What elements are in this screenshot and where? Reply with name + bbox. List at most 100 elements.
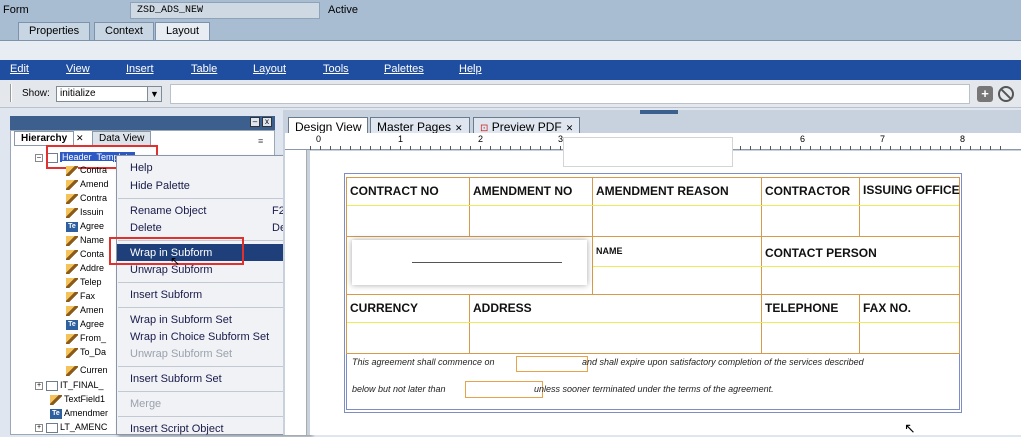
menu-item-rename-object[interactable]: Rename Object [130, 205, 206, 217]
close-icon[interactable]: ✕ [455, 123, 463, 133]
menu-item-merge: Merge [130, 398, 162, 410]
tree-item[interactable]: Fax [66, 291, 95, 302]
add-icon[interactable]: + [977, 86, 993, 102]
menu-palettes[interactable]: Palettes [384, 63, 424, 75]
tree-item[interactable]: Conta [66, 249, 104, 260]
menu-separator [118, 416, 308, 417]
menu-separator [118, 198, 308, 199]
menu-edit[interactable]: Edit [10, 63, 29, 75]
stop-icon[interactable] [998, 86, 1014, 102]
tab-master-pages[interactable]: Master Pages ✕ [370, 117, 470, 134]
toolbar-grip[interactable] [10, 84, 12, 102]
chevron-down-icon[interactable]: ▼ [147, 87, 161, 101]
tree-item[interactable]: Name [66, 235, 104, 246]
menu-help[interactable]: Help [459, 63, 482, 75]
menu-insert[interactable]: Insert [126, 63, 154, 75]
tab-hierarchy[interactable]: Hierarchy [14, 131, 75, 146]
tab-design-view[interactable]: Design View [288, 117, 369, 134]
tab-data-view[interactable]: Data View [92, 131, 152, 146]
tree-item[interactable]: Curren [66, 365, 108, 376]
close-icon[interactable]: ✕ [76, 133, 84, 144]
field-telephone[interactable]: TELEPHONE [761, 301, 838, 315]
menu-item-delete[interactable]: Delete [130, 222, 162, 234]
menu-item-wrap-in-choice-subform-set[interactable]: Wrap in Choice Subform Set [130, 331, 269, 343]
show-event-select[interactable]: initialize ▼ [56, 86, 162, 102]
menu-separator [118, 282, 308, 283]
commence-date-field[interactable] [516, 356, 588, 372]
collapse-icon[interactable]: – [35, 153, 43, 162]
expand-icon[interactable]: + [35, 423, 43, 432]
script-editor-field[interactable] [170, 84, 970, 104]
tab-context[interactable]: Context [94, 22, 154, 40]
tree-item-label: Name [80, 235, 105, 245]
tree-item-label: Contra [80, 193, 108, 203]
tree-item[interactable]: + IT_FINAL_ [35, 380, 104, 391]
tab-preview-pdf[interactable]: ⊡ Preview PDF ✕ [473, 117, 581, 134]
tab-label: Master Pages [377, 120, 452, 134]
tree-item[interactable]: Te Agree [66, 319, 104, 330]
menu-item-insert-script-object[interactable]: Insert Script Object [130, 423, 224, 435]
menu-view[interactable]: View [66, 63, 90, 75]
ruler-number: 2 [478, 134, 484, 144]
pen-icon [66, 193, 78, 204]
ruler-number: 8 [960, 134, 966, 144]
tree-item[interactable]: Amend [66, 179, 109, 190]
tree-item[interactable]: Contra [66, 193, 107, 204]
popup-line [412, 262, 562, 263]
tab-layout[interactable]: Layout [155, 22, 211, 40]
tree-item-label: Issuin [80, 207, 104, 217]
field-address[interactable]: ADDRESS [469, 301, 532, 315]
tree-item-label: Amendmer [64, 408, 109, 418]
tab-properties[interactable]: Properties [18, 22, 91, 40]
field-fax-no[interactable]: FAX NO. [859, 301, 911, 315]
field-currency[interactable]: CURRENCY [346, 301, 418, 315]
tree-item[interactable]: Amen [66, 305, 104, 316]
pen-icon [66, 165, 78, 176]
palette-menu-icon[interactable]: ≡ [258, 136, 263, 146]
pen-icon [66, 305, 78, 316]
ruler-number: 0 [316, 134, 322, 144]
menu-item-insert-subform-set[interactable]: Insert Subform Set [130, 373, 222, 385]
close-icon[interactable]: x [262, 117, 272, 127]
tree-item[interactable]: Telep [66, 277, 102, 288]
expand-icon[interactable]: + [35, 381, 43, 390]
menu-layout[interactable]: Layout [253, 63, 286, 75]
pen-icon [66, 179, 78, 190]
menu-item-wrap-in-subform-set[interactable]: Wrap in Subform Set [130, 314, 232, 326]
tree-item[interactable]: Issuin [66, 207, 104, 218]
ruler-number: 6 [800, 134, 806, 144]
tree-item[interactable]: Te Agree [66, 221, 104, 232]
tree-item[interactable]: + LT_AMENC [35, 422, 107, 433]
tree-item[interactable]: TextField1 [50, 394, 105, 405]
form-status: Active [328, 4, 358, 16]
close-icon[interactable]: ✕ [566, 123, 574, 133]
tree-item[interactable]: From_ [66, 333, 106, 344]
menu-item-hide-palette[interactable]: Hide Palette [130, 180, 190, 192]
menu-item-insert-subform[interactable]: Insert Subform [130, 289, 202, 301]
field-issuing-office[interactable]: ISSUING OFFICE [859, 183, 960, 197]
pen-icon [66, 365, 78, 376]
field-amendment-reason[interactable]: AMENDMENT REASON [592, 184, 729, 198]
field-contact-person[interactable]: CONTACT PERSON [761, 246, 877, 260]
field-name[interactable]: NAME [592, 246, 623, 256]
menu-item-help[interactable]: Help [130, 162, 153, 174]
agreement-text-1b: and shall expire upon satisfactory compl… [582, 357, 864, 367]
field-contractor[interactable]: CONTRACTOR [761, 184, 850, 198]
end-date-field[interactable] [465, 381, 543, 398]
form-name-field[interactable]: ZSD_ADS_NEW [130, 2, 320, 19]
menu-tools[interactable]: Tools [323, 63, 349, 75]
splitter-handle[interactable] [640, 110, 678, 114]
field-contract-no[interactable]: CONTRACT NO [346, 184, 439, 198]
tree-item[interactable]: Contra [66, 165, 107, 176]
minimize-icon[interactable]: – [250, 117, 260, 127]
tree-item[interactable]: To_Da [66, 347, 106, 358]
mouse-pointer-icon: ↖ [904, 420, 916, 436]
tree-item[interactable]: Te Amendmer [50, 408, 108, 419]
pen-icon [66, 249, 78, 260]
field-amendment-no[interactable]: AMENDMENT NO [469, 184, 572, 198]
tree-item-label: Amen [80, 305, 104, 315]
tree-item[interactable]: Addre [66, 263, 104, 274]
agreement-text-1a: This agreement shall commence on [352, 357, 495, 367]
menu-table[interactable]: Table [191, 63, 217, 75]
pen-icon [66, 263, 78, 274]
